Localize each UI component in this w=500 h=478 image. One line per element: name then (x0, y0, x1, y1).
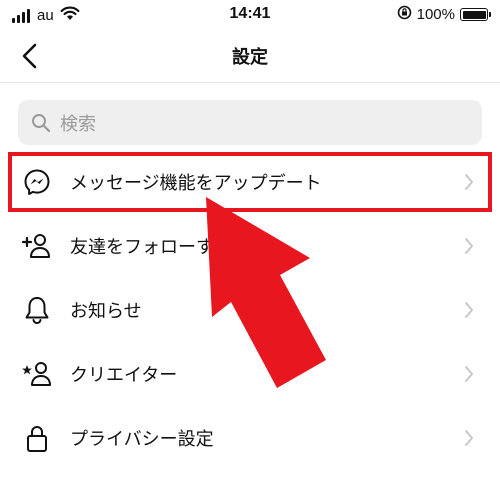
annotation-arrow-icon (206, 197, 326, 388)
